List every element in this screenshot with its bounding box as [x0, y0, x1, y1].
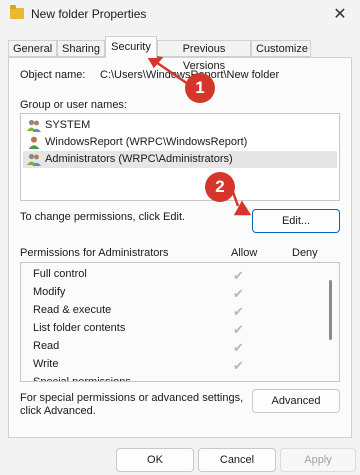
- ok-button[interactable]: OK: [116, 448, 194, 472]
- user-name: WindowsReport (WRPC\WindowsReport): [45, 136, 248, 148]
- permission-row-read: Read ✔: [33, 337, 313, 355]
- user-name: Administrators (WRPC\Administrators): [45, 153, 233, 165]
- permission-name: Write: [33, 358, 59, 370]
- edit-button[interactable]: Edit...: [252, 209, 340, 233]
- apply-button[interactable]: Apply: [280, 448, 356, 472]
- user-name: SYSTEM: [45, 119, 91, 131]
- permission-name: Read & execute: [33, 304, 112, 316]
- deny-column-header: Deny: [292, 247, 318, 259]
- cancel-button[interactable]: Cancel: [198, 448, 276, 472]
- users-group-icon: [27, 153, 41, 166]
- permission-row-list-folder-contents: List folder contents ✔: [33, 319, 313, 337]
- tab-sharing[interactable]: Sharing: [57, 40, 105, 57]
- close-button[interactable]: ✕: [326, 3, 354, 27]
- permission-name: Special permissions: [33, 373, 131, 381]
- tab-general[interactable]: General: [8, 40, 57, 57]
- permission-row-read-execute: Read & execute ✔: [33, 301, 313, 319]
- annotation-badge-2: 2: [205, 172, 235, 202]
- permissions-label: Permissions for Administrators: [20, 247, 169, 259]
- list-item-system[interactable]: SYSTEM: [23, 117, 337, 134]
- change-permissions-hint: To change permissions, click Edit.: [20, 211, 186, 223]
- permission-name: Modify: [33, 286, 66, 298]
- permission-row-special: Special permissions: [33, 373, 313, 381]
- tab-customize[interactable]: Customize: [251, 40, 311, 57]
- permission-name: Full control: [33, 268, 87, 280]
- tab-security[interactable]: Security: [105, 36, 157, 58]
- advanced-button[interactable]: Advanced: [252, 389, 340, 413]
- permissions-scrollbar[interactable]: [329, 280, 332, 340]
- user-icon: [27, 136, 41, 149]
- object-name-label: Object name:: [20, 69, 86, 81]
- folder-icon: [10, 5, 24, 19]
- permission-name: Read: [33, 340, 60, 352]
- group-names-label: Group or user names:: [20, 99, 127, 111]
- special-permissions-hint: For special permissions or advanced sett…: [20, 392, 244, 417]
- users-group-icon: [27, 119, 41, 132]
- list-item-windowsreport[interactable]: WindowsReport (WRPC\WindowsReport): [23, 134, 337, 151]
- tab-previous-versions[interactable]: Previous Versions: [157, 40, 251, 72]
- permission-row-write: Write ✔: [33, 355, 313, 373]
- allow-column-header: Allow: [231, 247, 258, 259]
- window-title: New folder Properties: [31, 7, 147, 21]
- permission-name: List folder contents: [33, 322, 126, 334]
- list-item-administrators[interactable]: Administrators (WRPC\Administrators): [23, 151, 337, 168]
- permission-row-modify: Modify ✔: [33, 283, 313, 301]
- annotation-badge-1: 1: [185, 73, 215, 103]
- permission-row-full-control: Full control ✔: [33, 265, 313, 283]
